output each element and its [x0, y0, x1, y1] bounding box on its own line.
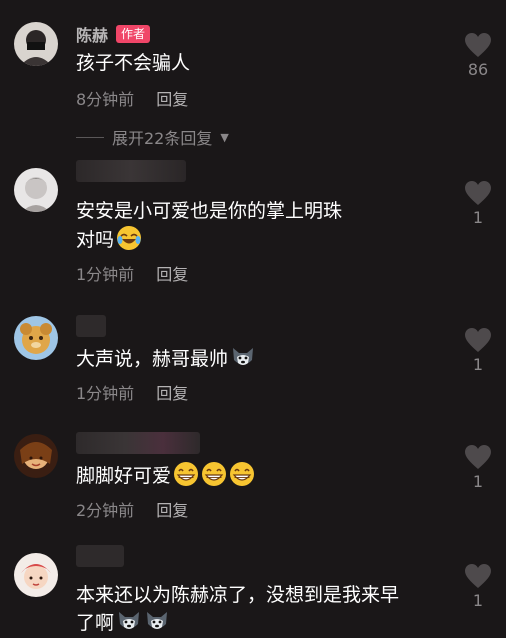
husky-dog-icon [147, 612, 168, 629]
blurred-username [76, 315, 106, 337]
heart-icon [465, 328, 491, 352]
reply-button[interactable]: 回复 [156, 261, 188, 285]
blurred-username [76, 545, 124, 567]
divider [76, 136, 104, 138]
heart-icon [465, 181, 491, 205]
avatar[interactable] [14, 168, 58, 212]
avatar[interactable] [14, 553, 58, 597]
comment-meta: 8分钟前 回复 [76, 86, 188, 110]
comment-text-line1[interactable]: 安安是小可爱也是你的掌上明珠 [76, 196, 342, 226]
like-count: 1 [472, 472, 484, 491]
comment-text-line2-label: 对吗 [76, 229, 115, 251]
comment-text[interactable]: 脚脚好可爱 [76, 461, 255, 491]
comment-text-line2[interactable]: 对吗 [76, 225, 142, 255]
husky-dog-icon [233, 348, 254, 365]
like-button[interactable]: 1 [458, 180, 498, 227]
expand-replies-label: 展开22条回复 [112, 129, 213, 148]
expand-replies[interactable]: 展开22条回复 ▼ [76, 125, 229, 149]
grinning-icon [230, 462, 255, 486]
like-button[interactable]: 86 [458, 32, 498, 79]
grinning-icon [174, 462, 199, 486]
comment-meta: 1分钟前 回复 [76, 380, 188, 404]
comment-text-label: 大声说，赫哥最帅 [76, 348, 229, 370]
like-count: 1 [472, 591, 484, 610]
like-count: 1 [472, 355, 484, 374]
comment-meta: 1分钟前 回复 [76, 261, 188, 285]
reply-button[interactable]: 回复 [156, 497, 188, 521]
comment-text-line2-label: 了啊 [76, 612, 115, 634]
heart-icon [465, 33, 491, 57]
avatar[interactable] [14, 434, 58, 478]
heart-icon [465, 564, 491, 588]
comment-time: 1分钟前 [76, 384, 135, 403]
grinning-icon [202, 462, 227, 486]
heart-icon [465, 445, 491, 469]
like-count: 1 [472, 208, 484, 227]
comment-time: 8分钟前 [76, 90, 135, 109]
laughing-tears-icon [117, 226, 142, 250]
caret-down-icon: ▼ [220, 130, 229, 144]
comment-time: 1分钟前 [76, 265, 135, 284]
like-button[interactable]: 1 [458, 563, 498, 610]
avatar[interactable] [14, 22, 58, 66]
husky-dog-icon [119, 612, 140, 629]
comment-text[interactable]: 大声说，赫哥最帅 [76, 344, 256, 374]
avatar[interactable] [14, 316, 58, 360]
reply-button[interactable]: 回复 [156, 380, 188, 404]
comment-text-line1[interactable]: 本来还以为陈赫凉了，没想到是我来早 [76, 580, 399, 610]
comment-text[interactable]: 孩子不会骗人 [76, 48, 190, 78]
blurred-username [76, 160, 186, 182]
comment-time: 2分钟前 [76, 501, 135, 520]
like-count: 86 [467, 60, 489, 79]
comment-meta: 2分钟前 回复 [76, 497, 188, 521]
blurred-username [76, 432, 200, 454]
comment-text-label: 脚脚好可爱 [76, 465, 172, 487]
reply-button[interactable]: 回复 [156, 86, 188, 110]
author-name[interactable]: 陈赫 [76, 22, 108, 46]
like-button[interactable]: 1 [458, 327, 498, 374]
author-badge: 作者 [116, 25, 151, 43]
comment-text-line2[interactable]: 了啊 [76, 608, 170, 638]
author-row: 陈赫 作者 [76, 22, 151, 46]
like-button[interactable]: 1 [458, 444, 498, 491]
